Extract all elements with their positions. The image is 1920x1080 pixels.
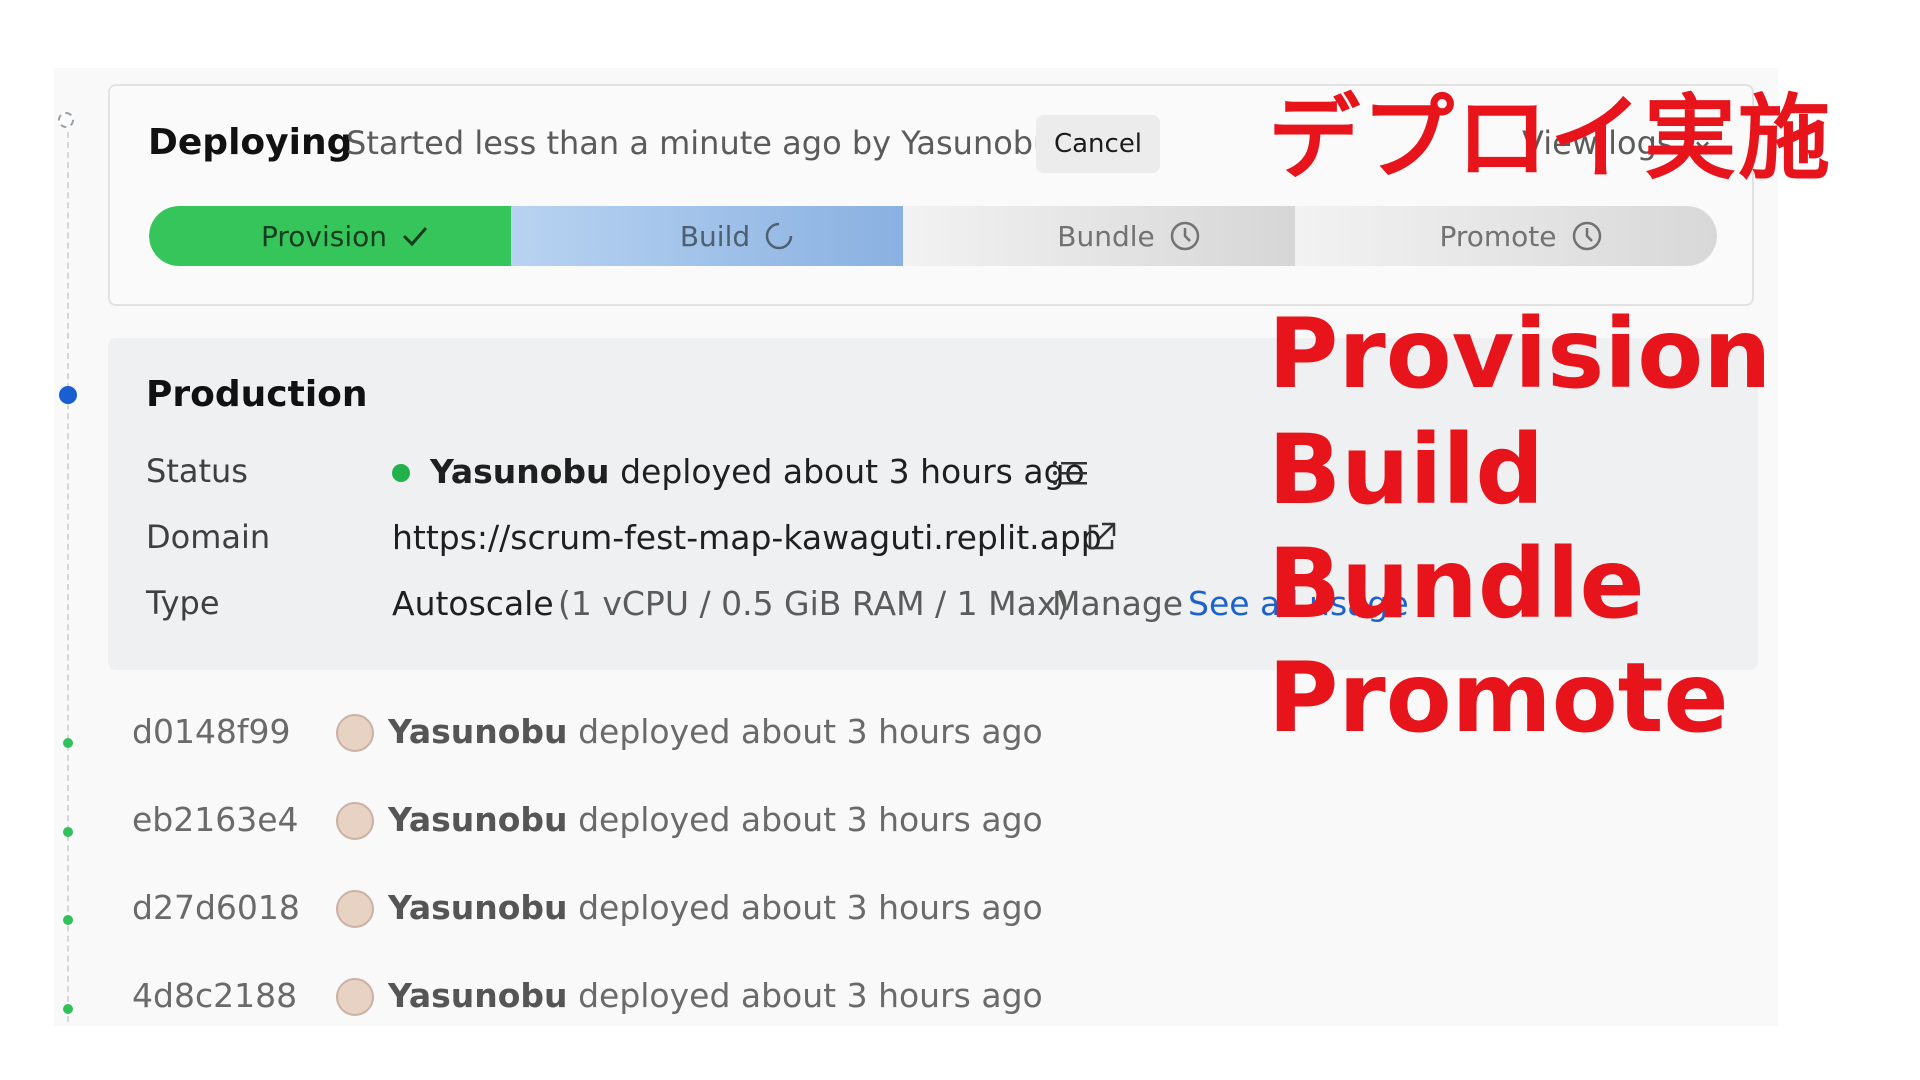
domain-link[interactable]: https://scrum-fest-map-kawaguti.replit.a…	[392, 518, 1102, 557]
history-text: Yasunobu deployed about 3 hours ago	[388, 976, 1043, 1015]
spinner-icon	[764, 221, 794, 251]
stage-provision: Provision	[149, 206, 541, 266]
external-link-icon[interactable]	[1084, 520, 1118, 558]
deployment-history-row[interactable]: 4d8c2188 Yasunobu deployed about 3 hours…	[0, 976, 1100, 1036]
clock-icon	[1169, 220, 1201, 252]
stage-label: Build	[679, 219, 751, 253]
deployment-history-row[interactable]: eb2163e4 Yasunobu deployed about 3 hours…	[0, 800, 1100, 860]
status-description: deployed about 3 hours ago	[620, 452, 1085, 491]
history-text: Yasunobu deployed about 3 hours ago	[388, 888, 1043, 927]
clock-icon	[1571, 220, 1603, 252]
history-description: deployed about 3 hours ago	[578, 888, 1043, 927]
history-description: deployed about 3 hours ago	[578, 712, 1043, 751]
status-user: Yasunobu	[430, 452, 610, 491]
timeline-current-dot	[59, 386, 77, 404]
history-user: Yasunobu	[388, 888, 568, 927]
status-label: Status	[146, 452, 248, 490]
annotation-stage-provision: Provision	[1268, 298, 1772, 410]
status-text: Yasunobu deployed about 3 hours ago	[430, 452, 1085, 491]
annotation-stage-promote: Promote	[1268, 642, 1729, 754]
stage-label: Provision	[260, 219, 387, 253]
type-value: Autoscale	[392, 584, 554, 623]
type-spec: (1 vCPU / 0.5 GiB RAM / 1 Max)	[558, 584, 1070, 623]
commit-hash: eb2163e4	[132, 800, 299, 839]
annotation-stage-bundle: Bundle	[1268, 528, 1645, 640]
deployment-history-row[interactable]: d0148f99 Yasunobu deployed about 3 hours…	[0, 712, 1100, 772]
avatar	[336, 978, 374, 1016]
annotation-stage-build: Build	[1268, 414, 1545, 526]
history-user: Yasunobu	[388, 800, 568, 839]
stage-label: Promote	[1439, 219, 1557, 253]
commit-hash: d0148f99	[132, 712, 291, 751]
annotation-title: デプロイ実施	[1268, 85, 1833, 192]
history-user: Yasunobu	[388, 712, 568, 751]
avatar	[336, 714, 374, 752]
check-icon	[401, 224, 429, 248]
avatar	[336, 802, 374, 840]
history-description: deployed about 3 hours ago	[578, 800, 1043, 839]
deployment-history-row[interactable]: d27d6018 Yasunobu deployed about 3 hours…	[0, 888, 1100, 948]
domain-label: Domain	[146, 518, 271, 556]
deploying-title: Deploying	[148, 122, 353, 163]
manage-link[interactable]: Manage	[1052, 584, 1183, 623]
history-text: Yasunobu deployed about 3 hours ago	[388, 800, 1043, 839]
stage-promote: Promote	[1295, 206, 1717, 266]
stage-label: Bundle	[1057, 219, 1155, 253]
list-icon[interactable]	[1052, 458, 1088, 492]
stage-bundle: Bundle	[903, 206, 1325, 266]
deploying-subtitle: Started less than a minute ago by Yasuno…	[346, 124, 1054, 162]
production-title: Production	[146, 374, 368, 415]
type-label: Type	[146, 584, 220, 622]
stage-build: Build	[511, 206, 933, 266]
commit-hash: d27d6018	[132, 888, 300, 927]
avatar	[336, 890, 374, 928]
history-user: Yasunobu	[388, 976, 568, 1015]
deploy-stage-progress: Provision Build Bundle Promote	[149, 206, 1717, 266]
commit-hash: 4d8c2188	[132, 976, 298, 1015]
history-description: deployed about 3 hours ago	[578, 976, 1043, 1015]
cancel-button[interactable]: Cancel	[1036, 115, 1160, 173]
status-indicator	[392, 464, 410, 482]
history-text: Yasunobu deployed about 3 hours ago	[388, 712, 1043, 751]
timeline-pending-dot	[58, 112, 74, 128]
